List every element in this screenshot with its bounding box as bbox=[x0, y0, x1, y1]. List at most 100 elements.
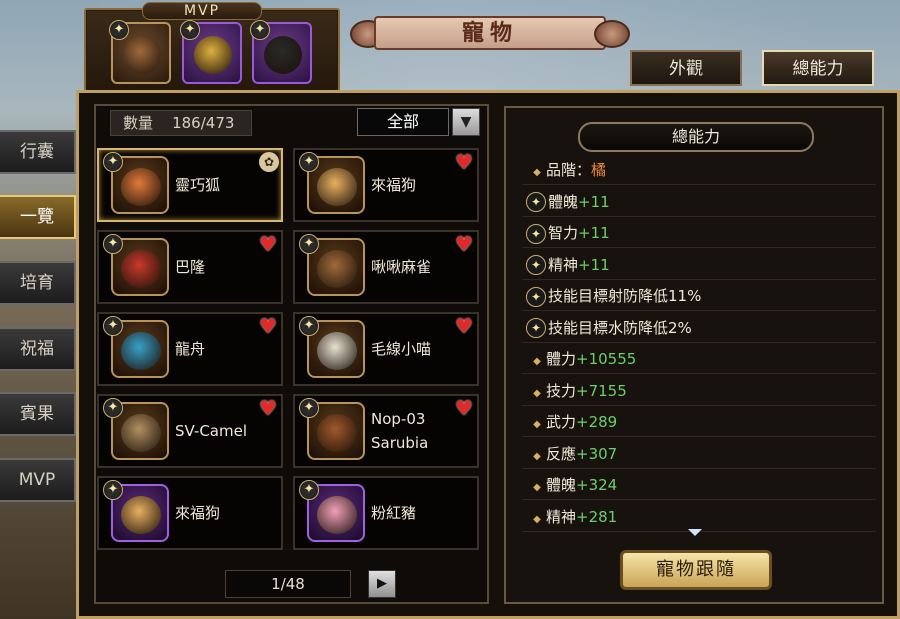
star-rank-icon: ✦ bbox=[299, 480, 319, 500]
side-tab-bag[interactable]: 行囊 bbox=[0, 130, 76, 174]
black-beast-pet-icon bbox=[264, 36, 302, 74]
fox-pet-icon bbox=[121, 168, 161, 206]
pet-card[interactable]: ✦ 啾啾麻雀 ♥ bbox=[293, 230, 479, 304]
star-rank-icon: ✦ bbox=[103, 316, 123, 336]
diamond-bullet-icon: ◆ bbox=[533, 450, 541, 462]
pet-count: 數量 186/473 bbox=[110, 110, 252, 136]
favorite-heart-icon[interactable]: ♥ bbox=[453, 316, 475, 336]
ability-label: 反應 bbox=[546, 444, 577, 463]
ability-row: ◆ 品階：橘 bbox=[522, 155, 876, 185]
pet-card[interactable]: ✦ 靈巧狐 ✿ bbox=[97, 148, 283, 222]
diamond-bullet-icon: ◆ bbox=[533, 387, 541, 399]
ability-row: ✦ 技能目標射防降低11% bbox=[522, 281, 876, 311]
star-rank-icon: ✦ bbox=[250, 20, 270, 40]
star-rank-icon: ✦ bbox=[299, 152, 319, 172]
cat-pet-icon bbox=[317, 332, 357, 370]
pet-count-value: 186/473 bbox=[172, 114, 235, 132]
favorite-heart-icon[interactable]: ♥ bbox=[257, 316, 279, 336]
side-tab-overview[interactable]: 一覽 bbox=[0, 195, 76, 239]
side-tab-bingo[interactable]: 賓果 bbox=[0, 392, 76, 436]
ability-value: +289 bbox=[576, 413, 618, 431]
ability-label: 武力 bbox=[546, 413, 577, 431]
ability-label: 體魄 bbox=[546, 476, 577, 494]
favorite-heart-icon[interactable]: ♥ bbox=[257, 398, 279, 418]
star-skill-icon: ✦ bbox=[526, 286, 546, 307]
star-skill-icon: ✦ bbox=[526, 318, 546, 338]
golden-dragon-pet-icon bbox=[194, 36, 232, 74]
side-tab-blessing[interactable]: 祝福 bbox=[0, 327, 76, 371]
pet-card[interactable]: ✦ SV-Camel ♥ bbox=[97, 394, 283, 468]
sparrow-pet-icon bbox=[317, 250, 357, 288]
ability-row: ✦ 技能目標水防降低2% bbox=[522, 313, 876, 343]
tab-appearance[interactable]: 外觀 bbox=[630, 50, 742, 86]
favorite-heart-icon[interactable]: ♥ bbox=[453, 234, 475, 254]
ability-label: 技能目標射防降低11% bbox=[548, 287, 702, 305]
mvp-slot[interactable]: ✦ bbox=[180, 20, 242, 84]
pet-card[interactable]: ✦ 毛線小喵 ♥ bbox=[293, 312, 479, 386]
ability-row: ◆ 反應+307 bbox=[522, 439, 876, 469]
tab-total-ability[interactable]: 總能力 bbox=[762, 50, 874, 86]
ability-row: ◆ 技力+7155 bbox=[522, 376, 876, 406]
ability-row: ◆ 精神+281 bbox=[522, 502, 876, 532]
paw-icon: ✿ bbox=[259, 152, 279, 172]
ability-row: ✦ 精神+11 bbox=[522, 250, 876, 280]
star-rank-icon: ✦ bbox=[103, 398, 123, 418]
ability-value: +7155 bbox=[576, 381, 627, 400]
ability-row: ✦ 體魄+11 bbox=[522, 187, 876, 217]
window-title: 寵物 bbox=[374, 16, 606, 50]
pet-follow-button[interactable]: 寵物跟隨 bbox=[620, 550, 772, 590]
next-page-button[interactable]: ▶ bbox=[368, 570, 396, 598]
favorite-heart-icon[interactable]: ♥ bbox=[453, 152, 475, 172]
ability-label: 精神 bbox=[548, 255, 579, 274]
ability-label: 體魄 bbox=[548, 192, 579, 211]
chevron-down-icon[interactable]: ▼ bbox=[452, 108, 480, 136]
ability-label: 精神 bbox=[546, 507, 577, 526]
pet-card[interactable]: ✦ 來福狗 bbox=[97, 476, 283, 550]
pet-card[interactable]: ✦ Nop-03 Sarubia ♥ bbox=[293, 394, 479, 468]
ability-header: 總能力 bbox=[578, 122, 814, 152]
ability-row: ◆ 體魄+324 bbox=[522, 470, 876, 500]
scroll-down-icon bbox=[688, 529, 702, 536]
star-rank-icon: ✦ bbox=[103, 152, 123, 172]
favorite-heart-icon[interactable]: ♥ bbox=[257, 234, 279, 254]
filter-select[interactable]: 全部 bbox=[357, 108, 449, 136]
pet-name: 來福狗 bbox=[175, 504, 221, 522]
right-ornament-icon bbox=[594, 20, 630, 48]
diamond-bullet-icon: ◆ bbox=[533, 513, 541, 525]
ability-row: ◆ 武力+289 bbox=[522, 407, 876, 437]
diamond-bullet-icon: ◆ bbox=[533, 419, 541, 430]
ability-value: +11 bbox=[578, 224, 610, 242]
dog-pet-icon bbox=[317, 168, 357, 206]
side-tab-mvp[interactable]: MVP bbox=[0, 458, 76, 502]
ability-value: +10555 bbox=[576, 350, 637, 368]
side-tab-training[interactable]: 培育 bbox=[0, 261, 76, 305]
star-rank-icon: ✦ bbox=[180, 20, 200, 40]
favorite-heart-icon[interactable]: ♥ bbox=[453, 398, 475, 418]
ability-label: 技力 bbox=[546, 381, 577, 400]
ability-label: 技能目標水防降低2% bbox=[548, 318, 692, 337]
star-rank-icon: ✦ bbox=[299, 316, 319, 336]
diamond-bullet-icon: ◆ bbox=[533, 356, 541, 367]
mvp-slot[interactable]: ✦ bbox=[109, 20, 171, 84]
dragon-boat-pet-icon bbox=[121, 332, 161, 370]
mvp-slot[interactable]: ✦ bbox=[250, 20, 312, 84]
mvp-title: MVP bbox=[142, 2, 262, 20]
pet-name: 粉紅豬 bbox=[371, 504, 417, 522]
bird-pet-icon bbox=[123, 36, 161, 74]
star-rank-icon: ✦ bbox=[103, 480, 123, 500]
pet-card[interactable]: ✦ 粉紅豬 bbox=[293, 476, 479, 550]
ability-value: +307 bbox=[576, 444, 618, 463]
star-skill-icon: ✦ bbox=[526, 255, 546, 275]
page-indicator: 1/48 bbox=[225, 570, 351, 598]
pet-card[interactable]: ✦ 來福狗 ♥ bbox=[293, 148, 479, 222]
ability-value: +324 bbox=[576, 476, 618, 494]
pet-card[interactable]: ✦ 巴隆 ♥ bbox=[97, 230, 283, 304]
star-rank-icon: ✦ bbox=[109, 20, 129, 40]
ability-value: +281 bbox=[576, 507, 618, 526]
ability-label: 智力 bbox=[548, 224, 579, 242]
pet-card[interactable]: ✦ 龍舟 ♥ bbox=[97, 312, 283, 386]
ability-row: ✦ 智力+11 bbox=[522, 218, 876, 248]
ability-label: 體力 bbox=[546, 350, 577, 368]
star-rank-icon: ✦ bbox=[103, 234, 123, 254]
star-skill-icon: ✦ bbox=[526, 192, 546, 212]
